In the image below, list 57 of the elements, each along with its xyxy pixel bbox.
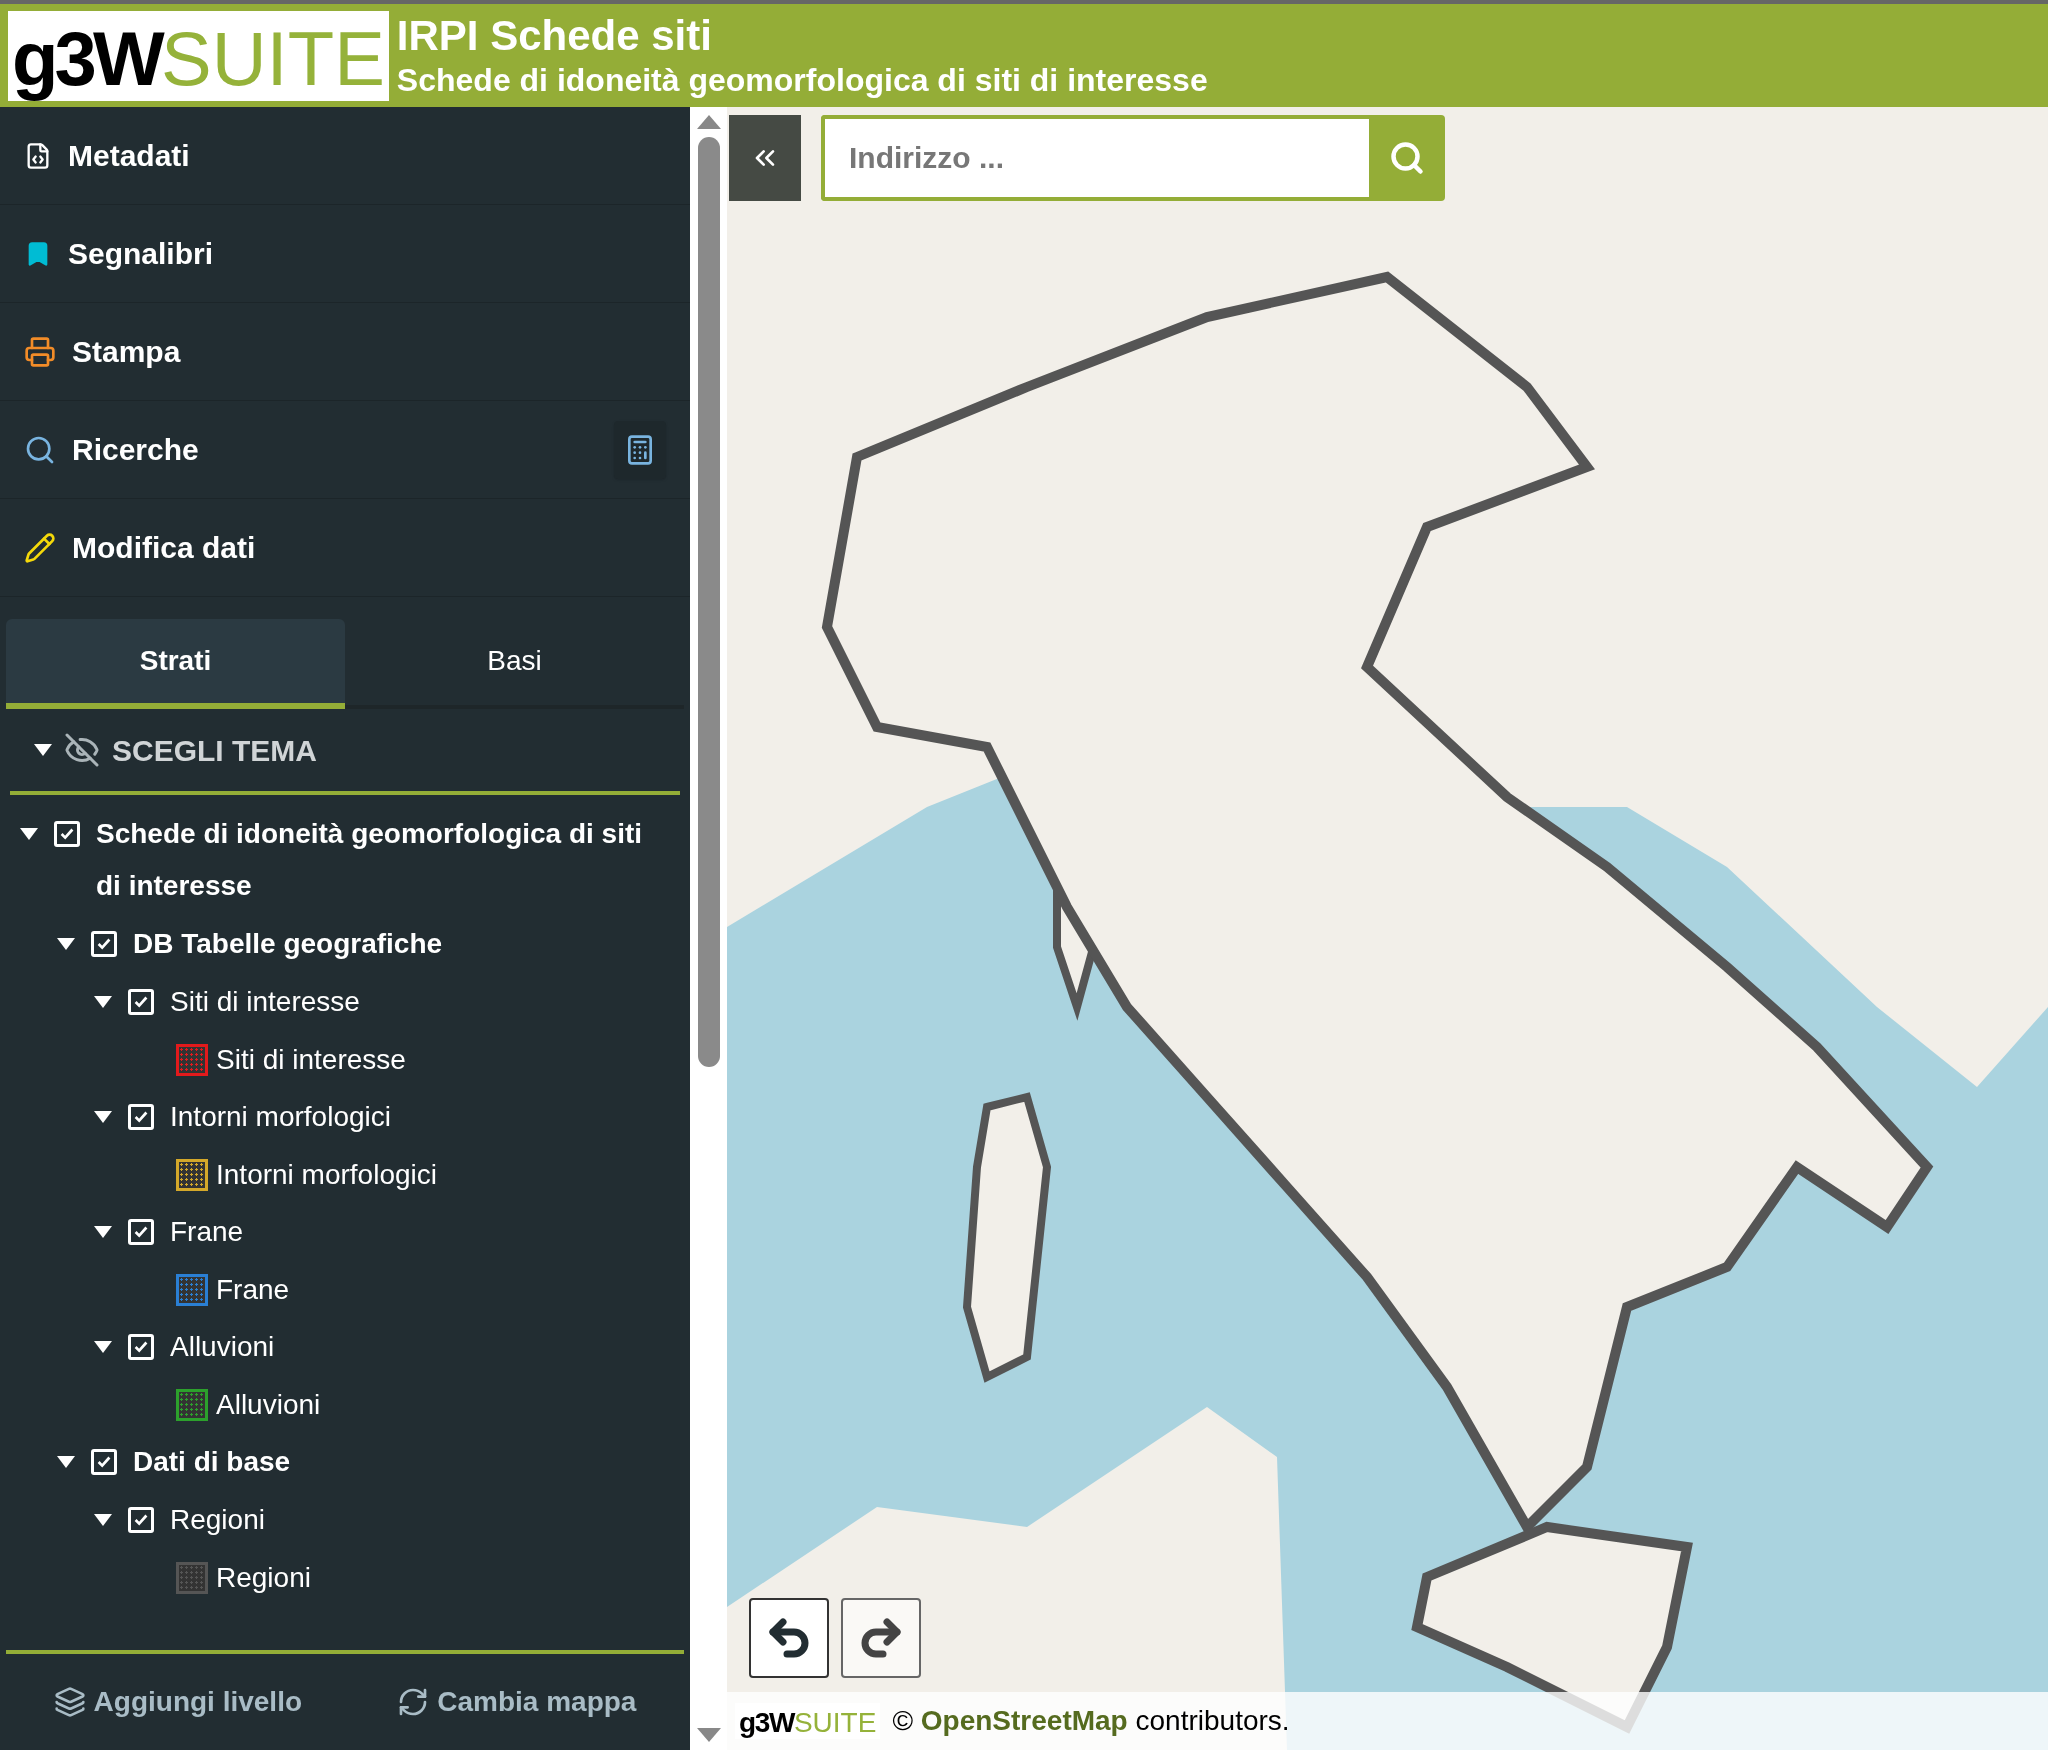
g3w-suite-logo: g3WSUITE — [735, 1703, 881, 1739]
panel-tab[interactable]: Basi — [345, 619, 684, 709]
caret-icon[interactable] — [94, 1111, 112, 1123]
caret-icon[interactable] — [94, 1341, 112, 1353]
undo-button[interactable] — [749, 1598, 829, 1678]
checkbox[interactable] — [128, 1507, 154, 1533]
checkbox[interactable] — [128, 1219, 154, 1245]
legend-label: Siti di interesse — [216, 1042, 406, 1077]
caret-icon[interactable] — [94, 1514, 112, 1526]
group-label[interactable]: Dati di base — [133, 1436, 291, 1488]
checkbox[interactable] — [128, 1334, 154, 1360]
printer-icon — [24, 335, 56, 368]
caret-icon[interactable] — [57, 1456, 75, 1468]
app-title: IRPI Schede siti — [396, 11, 713, 60]
menu-item[interactable]: Stampa — [72, 329, 666, 374]
pencil-icon — [24, 531, 56, 564]
caret-icon[interactable] — [57, 938, 75, 950]
address-search-field[interactable]: Indirizzo ... — [821, 115, 1369, 201]
redo-button[interactable] — [841, 1598, 921, 1678]
openstreetmap-link[interactable]: OpenStreetMap — [920, 1705, 1128, 1736]
legend-label: Alluvioni — [216, 1387, 321, 1422]
layer-label[interactable]: Frane — [170, 1206, 244, 1258]
footer-button[interactable]: Cambia mappa — [397, 1681, 637, 1723]
menu-item[interactable]: Segnalibri — [68, 231, 666, 276]
checkbox[interactable] — [91, 1449, 117, 1475]
group-label[interactable]: Schede di idoneità geomorfologica di siti di interesse — [96, 808, 674, 912]
checkbox[interactable] — [54, 821, 80, 847]
layer-label[interactable]: Alluvioni — [170, 1321, 275, 1373]
caret-icon[interactable] — [94, 1226, 112, 1238]
legend-label: Intorni morfologici — [216, 1157, 437, 1192]
app-subtitle: Schede di idoneità geomorfologica di siti di interesse — [396, 60, 1208, 100]
checkbox[interactable] — [91, 931, 117, 957]
group-label[interactable]: DB Tabelle geografiche — [133, 918, 443, 970]
calculator-button[interactable] — [614, 420, 666, 479]
checkbox[interactable] — [128, 1104, 154, 1130]
caret-icon[interactable] — [94, 996, 112, 1008]
eye-off-icon — [64, 732, 100, 768]
legend-label: Frane — [216, 1272, 290, 1307]
search-icon — [1389, 140, 1425, 176]
caret-icon[interactable] — [34, 744, 52, 756]
layer-label[interactable]: Siti di interesse — [170, 976, 360, 1028]
checkbox[interactable] — [128, 989, 154, 1015]
theme-selector[interactable]: SCEGLI TEMA — [112, 727, 317, 773]
layers-icon — [53, 1686, 86, 1718]
legend-label: Regioni — [216, 1560, 311, 1595]
menu-item[interactable]: Ricerche — [72, 427, 598, 472]
footer-button[interactable]: Aggiungi livello — [53, 1681, 303, 1723]
layer-label[interactable]: Intorni morfologici — [170, 1091, 391, 1143]
menu-item[interactable]: Metadati — [68, 133, 666, 178]
menu-item[interactable]: Modifica dati — [72, 525, 666, 570]
caret-icon[interactable] — [20, 828, 38, 840]
attribution-text: © OpenStreetMap contributors. — [892, 1704, 1290, 1738]
collapse-sidebar-button[interactable] — [729, 115, 801, 201]
layer-label[interactable]: Regioni — [170, 1494, 265, 1546]
g3w-suite-logo: g3WSUITE — [8, 10, 389, 101]
panel-tab[interactable]: Strati — [6, 619, 345, 709]
scrollbar-thumb[interactable] — [697, 137, 720, 1067]
